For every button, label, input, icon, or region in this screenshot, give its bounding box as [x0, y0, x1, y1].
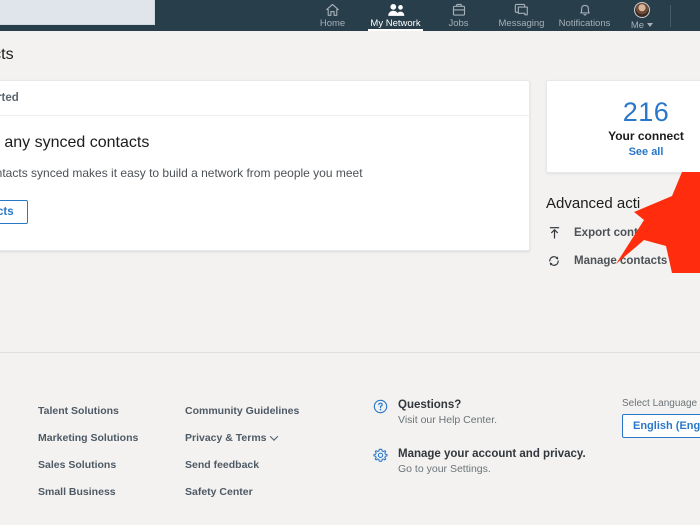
footer-link-safety-center[interactable]: Safety Center	[185, 486, 299, 498]
nav-item-messaging[interactable]: Messaging	[490, 0, 553, 31]
footer-link-label: Safety Center	[185, 486, 253, 498]
manage-contacts-sync-item[interactable]: Manage contacts sy	[546, 254, 700, 268]
network-icon	[387, 2, 405, 17]
gear-icon	[373, 448, 388, 475]
footer-link-small-business[interactable]: Small Business	[38, 486, 138, 498]
bell-icon	[578, 2, 592, 17]
footer-link-privacy-terms[interactable]: Privacy & Terms	[185, 432, 299, 444]
nav-divider	[670, 4, 671, 27]
footer-account-text: Manage your account and privacy. Go to y…	[398, 448, 586, 475]
question-mark-icon	[373, 399, 388, 426]
tab-imported[interactable]: ported	[0, 92, 19, 104]
sync-contacts-button[interactable]: cts	[0, 200, 28, 224]
nav-item-me[interactable]: Me	[616, 0, 668, 31]
footer-link-label: Marketing Solutions	[38, 432, 139, 444]
nav-item-notifications[interactable]: Notifications	[553, 0, 616, 31]
contacts-card: ported ve any synced contacts contacts s…	[0, 80, 530, 251]
nav-label-notifications: Notifications	[558, 18, 611, 29]
footer-link-send-feedback[interactable]: Send feedback	[185, 459, 299, 471]
card-tab-bar: ported	[0, 81, 529, 116]
home-icon	[325, 2, 340, 17]
avatar	[634, 2, 650, 18]
footer-column-policies: Community Guidelines Privacy & Terms Sen…	[185, 405, 299, 513]
footer-link-label: Privacy & Terms	[185, 432, 267, 444]
footer-link-community-guidelines[interactable]: Community Guidelines	[185, 405, 299, 417]
footer-help-subtitle: Visit our Help Center.	[398, 414, 498, 426]
search-input[interactable]	[0, 0, 155, 25]
export-contacts-label: Export contacts	[574, 227, 661, 239]
footer-link-label: Community Guidelines	[185, 405, 300, 417]
nav-label-home: Home	[319, 18, 346, 29]
export-contacts-item[interactable]: Export contacts	[546, 226, 700, 240]
language-selector-label: Select Language	[622, 398, 698, 409]
manage-contacts-sync-label: Manage contacts sy	[574, 255, 684, 267]
export-icon	[546, 226, 562, 240]
card-body: ve any synced contacts contacts synced m…	[0, 116, 529, 250]
language-select[interactable]: English (Engli	[622, 414, 700, 438]
messaging-icon	[514, 2, 529, 17]
footer-link-label: Small Business	[38, 486, 116, 498]
page-root: Home My Network Jobs Messaging Notificat…	[0, 0, 700, 525]
footer-link-label: Talent Solutions	[38, 405, 119, 417]
briefcase-icon	[452, 2, 466, 17]
nav-item-jobs[interactable]: Jobs	[427, 0, 490, 31]
footer-link-label: Sales Solutions	[38, 459, 117, 471]
footer-account-block[interactable]: Manage your account and privacy. Go to y…	[373, 448, 586, 475]
connections-count: 216	[622, 97, 670, 127]
empty-state-title: ve any synced contacts	[0, 134, 150, 151]
nav-label-jobs: Jobs	[448, 18, 469, 29]
footer-help-title: Questions?	[398, 399, 462, 411]
footer: Talent Solutions Marketing Solutions Sal…	[0, 353, 700, 525]
connections-label: Your connect	[608, 129, 684, 143]
empty-state-subtitle: contacts synced makes it easy to build a…	[0, 166, 363, 180]
advanced-actions-title: Advanced acti	[546, 195, 641, 212]
nav-item-home[interactable]: Home	[301, 0, 364, 31]
nav-label-messaging: Messaging	[498, 18, 545, 29]
right-rail: 216 Your connect See all Advanced acti E…	[546, 80, 700, 268]
chevron-down-icon	[647, 23, 654, 27]
footer-account-title: Manage your account and privacy.	[398, 448, 586, 460]
connections-card: 216 Your connect See all	[546, 80, 700, 173]
nav-label-my-network: My Network	[370, 18, 421, 29]
language-selector-wrap: Select Language English (Engli	[622, 398, 700, 438]
nav-items: Home My Network Jobs Messaging Notificat…	[301, 0, 616, 31]
footer-link-sales-solutions[interactable]: Sales Solutions	[38, 459, 138, 471]
me-row: Me	[630, 19, 654, 31]
nav-label-me: Me	[630, 20, 645, 31]
sync-icon	[546, 254, 562, 268]
footer-link-talent-solutions[interactable]: Talent Solutions	[38, 405, 138, 417]
nav-item-my-network[interactable]: My Network	[364, 0, 427, 31]
footer-link-label: Send feedback	[185, 459, 260, 471]
footer-help-text: Questions? Visit our Help Center.	[398, 399, 497, 426]
chevron-down-icon	[269, 432, 278, 441]
page-title: ontacts	[0, 46, 14, 63]
top-navbar: Home My Network Jobs Messaging Notificat…	[0, 0, 700, 31]
footer-column-solutions: Talent Solutions Marketing Solutions Sal…	[38, 405, 138, 513]
footer-account-subtitle: Go to your Settings.	[398, 463, 491, 475]
footer-help-block[interactable]: Questions? Visit our Help Center.	[373, 399, 497, 426]
footer-link-marketing-solutions[interactable]: Marketing Solutions	[38, 432, 138, 444]
see-all-link[interactable]: See all	[565, 146, 700, 158]
